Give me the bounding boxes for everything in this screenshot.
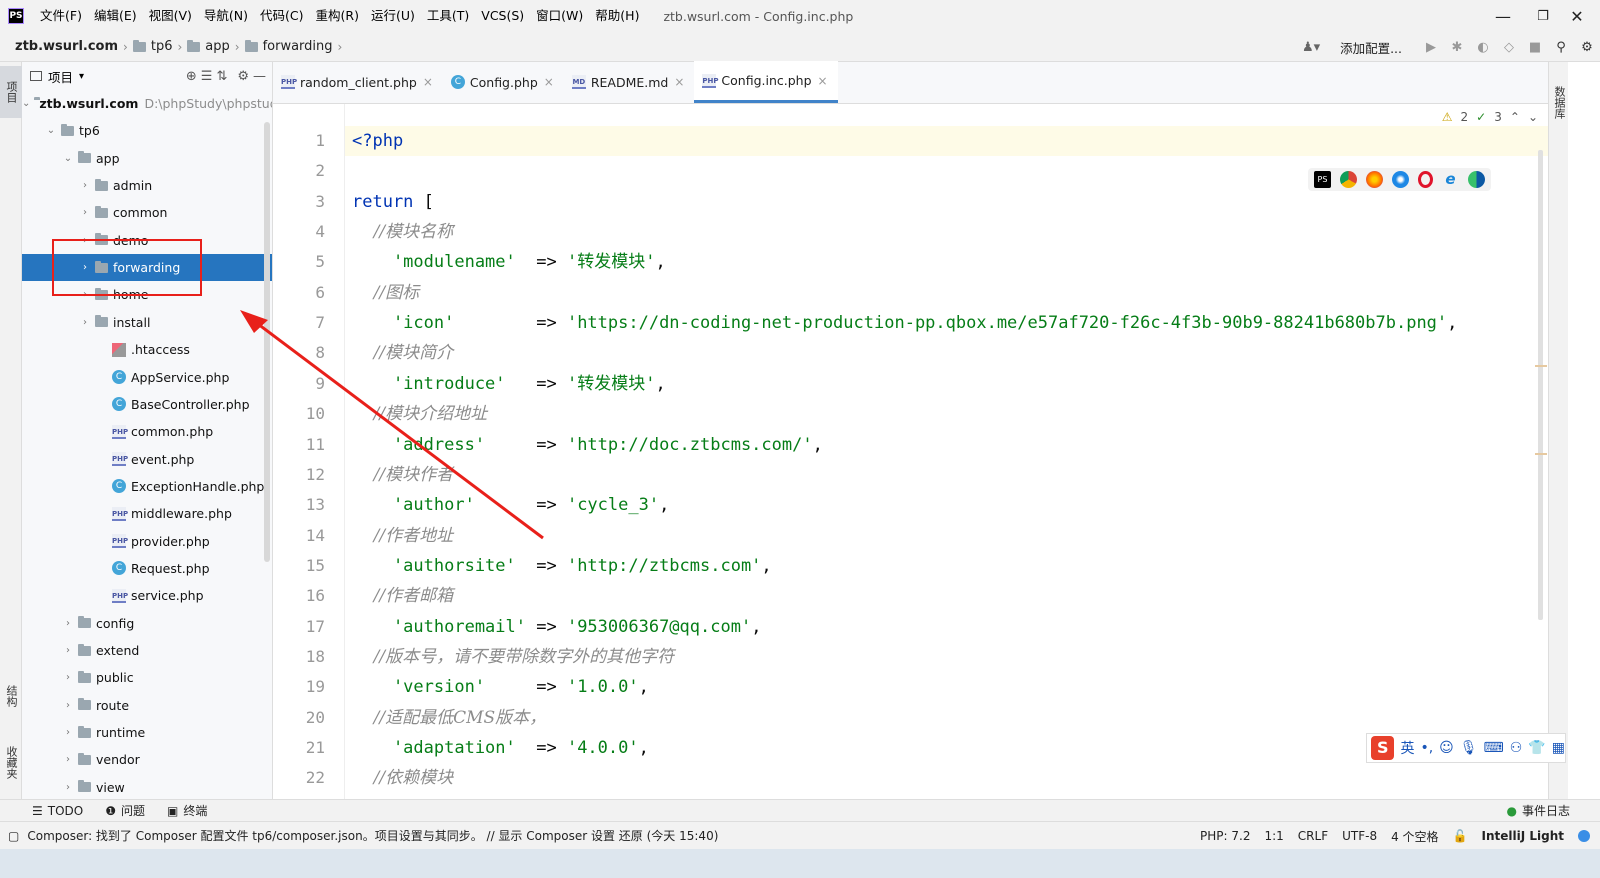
status-bar: ▢ Composer: 找到了 Composer 配置文件 tp6/compos… xyxy=(0,821,1600,849)
theme-widget[interactable]: IntelliJ Light xyxy=(1482,829,1565,843)
todo-label: TODO xyxy=(47,803,84,818)
bottom-tool-bar: ☰ TODO ❶ 问题 ▣ 终端 ● 事件日志 xyxy=(0,799,1600,821)
status-widgets: PHP: 7.2 1:1 CRLF UTF-8 4 个空格 🔓 IntelliJ… xyxy=(1200,822,1590,850)
encoding-widget[interactable]: UTF-8 xyxy=(1342,829,1377,843)
indent-widget[interactable]: 4 个空格 xyxy=(1391,828,1438,845)
status-message[interactable]: Composer: 找到了 Composer 配置文件 tp6/composer… xyxy=(27,827,718,844)
lock-icon[interactable]: 🔓 xyxy=(1453,829,1468,843)
todo-tool-button[interactable]: ☰ TODO xyxy=(32,804,83,818)
terminal-tool-button[interactable]: ▣ 终端 xyxy=(167,802,207,819)
php-version-widget[interactable]: PHP: 7.2 xyxy=(1200,829,1250,843)
list-icon: ☰ xyxy=(32,803,43,818)
terminal-label: 终端 xyxy=(183,804,208,818)
os-taskbar xyxy=(0,849,1600,878)
event-log-label: 事件日志 xyxy=(1521,804,1570,818)
info-icon: ❶ xyxy=(105,803,116,818)
problems-tool-button[interactable]: ❶ 问题 xyxy=(105,802,145,819)
arrow-line xyxy=(249,316,544,540)
status-window-icon[interactable]: ▢ xyxy=(8,829,19,843)
caret-position-widget[interactable]: 1:1 xyxy=(1264,829,1283,843)
annotation-arrow xyxy=(240,310,544,540)
event-log-button[interactable]: ● 事件日志 xyxy=(1507,802,1571,819)
event-log-icon: ● xyxy=(1506,803,1517,818)
terminal-icon: ▣ xyxy=(167,803,179,818)
line-separator-widget[interactable]: CRLF xyxy=(1298,829,1328,843)
notification-icon[interactable] xyxy=(1578,830,1590,842)
problems-label: 问题 xyxy=(121,804,146,818)
